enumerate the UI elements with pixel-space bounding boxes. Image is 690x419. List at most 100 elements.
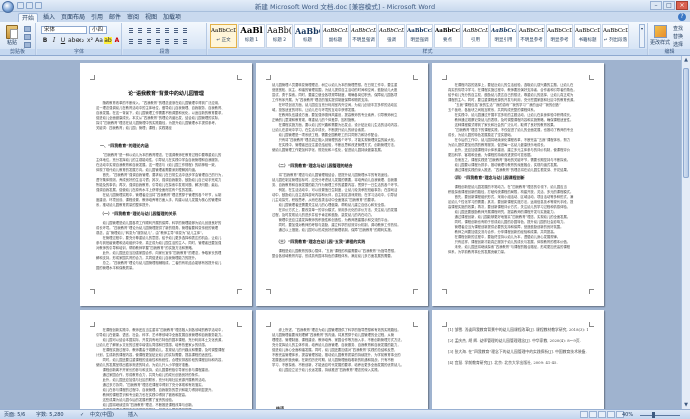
tab-references[interactable]: 引用 xyxy=(88,13,106,22)
justify-icon[interactable] xyxy=(154,37,162,44)
tab-addins[interactable]: 加载项 xyxy=(160,13,184,22)
insert-mode[interactable]: 插入 xyxy=(128,411,138,419)
minimize-button[interactable]: – xyxy=(650,1,662,10)
tab-home[interactable]: 开始 xyxy=(18,13,39,22)
style-subtitle[interactable]: AaBbCcL 副标题 xyxy=(322,24,349,48)
document-workspace[interactable]: 论“语我教育”背景中的幼儿园管理 随着教育改革的不断深入，“四我教育”的理念逐渐… xyxy=(0,60,681,409)
heading-2: （一）“四我教育”理论与幼儿园管理的关系 xyxy=(100,211,177,216)
underline-button[interactable]: U xyxy=(59,37,67,44)
copy-icon[interactable] xyxy=(24,34,31,40)
paste-button[interactable]: 粘贴 xyxy=(3,25,21,47)
select-button[interactable]: 选择 xyxy=(673,42,683,48)
style-intense-emphasis[interactable]: AaBbCcDd明显强调 xyxy=(406,24,433,48)
zoom-level[interactable]: 40% xyxy=(622,411,633,419)
style-quote[interactable]: AaBbCcDd引用 xyxy=(462,24,489,48)
print-layout-view-icon[interactable] xyxy=(580,411,588,418)
decrease-indent-icon[interactable] xyxy=(154,26,162,33)
style-normal[interactable]: AaBbCcDd↵ 正文 xyxy=(210,24,237,48)
word-count[interactable]: 字数: 5,280 xyxy=(36,411,64,419)
tab-review[interactable]: 审阅 xyxy=(124,13,142,22)
align-center-icon[interactable] xyxy=(136,37,144,44)
tab-insert[interactable]: 插入 xyxy=(40,13,58,22)
styles-more-button[interactable]: ▾ xyxy=(639,24,645,48)
spelling-check-icon[interactable]: ✓ xyxy=(80,411,84,419)
page-6[interactable]: [1] 邹雪. 浅谈四我教育背景中的幼儿园课程改革[J]. 课程教材教学研究, … xyxy=(432,310,604,409)
style-intense-reference[interactable]: AaBbCcDd明显参考 xyxy=(546,24,573,48)
scroll-down-icon[interactable]: ▼ xyxy=(682,401,690,409)
page-4-body: 在课程创新实践中，教师还应当注重将“四我教育”理念融入到各领域的教学活动中， 引… xyxy=(96,328,225,409)
show-marks-icon[interactable] xyxy=(181,26,189,33)
clipboard-group-label: 剪贴板 xyxy=(0,49,35,55)
font-color-button[interactable]: A xyxy=(113,37,121,44)
increase-indent-icon[interactable] xyxy=(163,26,171,33)
style-heading-1[interactable]: AaBl 标题 1 xyxy=(238,24,265,48)
style-heading-2[interactable]: AaBb(标题 2 xyxy=(266,24,293,48)
align-left-icon[interactable] xyxy=(127,37,135,44)
font-name-box[interactable]: 宋体 xyxy=(41,26,87,34)
page-count[interactable]: 页面: 5/6 xyxy=(4,411,25,419)
scroll-thumb[interactable] xyxy=(683,68,689,178)
shading-icon[interactable] xyxy=(172,37,180,44)
superscript-button[interactable]: x² xyxy=(86,37,94,44)
tab-view[interactable]: 视图 xyxy=(142,13,160,22)
page-3-body-a: 在课程内容的选择上，要贴近幼儿的生活经验，选取幼儿感兴趣的主题，让幼儿在 真实的… xyxy=(448,83,577,172)
align-right-icon[interactable] xyxy=(145,37,153,44)
heading-4: （三）“四我教育”理念在幼儿园“五我”课程的实践 xyxy=(276,239,366,244)
close-button[interactable]: × xyxy=(676,1,688,10)
style-book-title[interactable]: AaBbCcDd书籍标题 xyxy=(574,24,601,48)
change-styles-button[interactable]: 更改样式 xyxy=(650,25,670,46)
heading-3: （二）“四我教育”理念与幼儿园管理的结合 xyxy=(276,163,353,168)
line-spacing-icon[interactable] xyxy=(163,37,171,44)
highlight-button[interactable]: ab xyxy=(104,37,112,44)
vertical-scrollbar[interactable]: ▲ ▼ xyxy=(681,56,690,409)
numbering-icon[interactable] xyxy=(136,26,144,33)
page-4[interactable]: 在课程创新实践中，教师还应当注重将“四我教育”理念融入到各领域的教学活动中， 引… xyxy=(80,310,252,409)
web-layout-view-icon[interactable] xyxy=(598,411,606,418)
zoom-slider-knob[interactable] xyxy=(652,412,655,418)
style-list-paragraph[interactable]: AaBbCcDd↵ 列出段落 xyxy=(602,24,629,48)
zoom-slider[interactable] xyxy=(640,415,680,416)
multilevel-list-icon[interactable] xyxy=(145,26,153,33)
outline-view-icon[interactable] xyxy=(607,411,615,418)
heading-5: （四）“四我教育”理念与幼儿园课程创新 xyxy=(452,175,525,180)
style-intense-quote[interactable]: AaBbCcDd明显引用 xyxy=(490,24,517,48)
tab-mailings[interactable]: 邮件 xyxy=(106,13,124,22)
paste-label: 粘贴 xyxy=(6,40,17,46)
paragraph-buttons-row1 xyxy=(127,26,189,33)
help-icon[interactable]: ? xyxy=(678,13,686,21)
maximize-button[interactable]: □ xyxy=(663,1,675,10)
style-emphasis[interactable]: AaBbCcDd强调 xyxy=(378,24,405,48)
scroll-up-icon[interactable]: ▲ xyxy=(682,56,690,64)
page-5[interactable]: 综上所述，“四我教育”理念为幼儿园管理提供了科学的指导思想和有效的实践路径。 幼… xyxy=(256,310,428,409)
find-button[interactable]: 查找 xyxy=(673,26,683,32)
style-title[interactable]: AaBbC标题 xyxy=(294,24,321,48)
replace-button[interactable]: 替换 xyxy=(673,34,683,40)
page-2-body-b: 将“四我教育”理念与幼儿园管理相结合，是提升幼儿园管理水平的有效途径。 幼儿园在… xyxy=(272,173,401,232)
change-case-button[interactable]: Aa xyxy=(95,37,103,44)
full-screen-view-icon[interactable] xyxy=(589,411,597,418)
page-5-body: 综上所述，“四我教育”理念为幼儿园管理提供了科学的指导思想和有效的实践路径。 幼… xyxy=(272,328,404,372)
page-3-body-b: 课程创新是幼儿园发展的不竭动力。在“四我教育”理念的引领下，幼儿园应当 积极探索… xyxy=(448,185,574,254)
style-strong[interactable]: AaBbCcDd要点 xyxy=(434,24,461,48)
page-2[interactable]: 幼儿园管理人员要转变管理理念，树立以幼儿为本的管理思想。在日常工作中，要注重 营… xyxy=(256,63,428,306)
page-1[interactable]: 论“语我教育”背景中的幼儿园管理 随着教育改革的不断深入，“四我教育”的理念逐渐… xyxy=(80,63,252,306)
sort-icon[interactable] xyxy=(172,26,180,33)
document-title: 论“语我教育”背景中的幼儿园管理 xyxy=(128,91,204,97)
borders-icon[interactable] xyxy=(181,37,189,44)
style-subtle-emphasis[interactable]: AaBbCcDd不明显强调 xyxy=(350,24,377,48)
bullets-icon[interactable] xyxy=(127,26,135,33)
office-button[interactable] xyxy=(2,1,14,13)
page-3[interactable]: 在课程内容的选择上，要贴近幼儿的生活经验，选取幼儿感兴趣的主题，让幼儿在 真实的… xyxy=(432,63,604,306)
subscript-button[interactable]: x₂ xyxy=(77,37,85,44)
heading-1: 一、“四我教育”的理论内涵 xyxy=(100,143,149,148)
italic-button[interactable]: I xyxy=(50,37,58,44)
font-size-box[interactable]: 小四 xyxy=(89,26,107,34)
editing-group-label: 编辑 xyxy=(649,49,690,55)
format-painter-icon[interactable] xyxy=(24,42,31,48)
language-status[interactable]: 中文(中国) xyxy=(90,411,114,419)
cut-icon[interactable] xyxy=(24,26,31,32)
tab-page-layout[interactable]: 页面布局 xyxy=(58,13,88,22)
strikethrough-button[interactable]: abe xyxy=(68,37,79,44)
bold-button[interactable]: B xyxy=(41,37,49,44)
style-subtle-reference[interactable]: AaBbCcDd不明显参考 xyxy=(518,24,545,48)
